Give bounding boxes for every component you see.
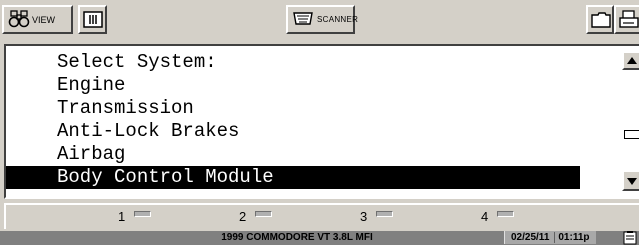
menu-item-body-control-module[interactable]: Body Control Module: [6, 166, 580, 189]
menu-item-transmission[interactable]: Transmission: [6, 97, 586, 120]
folder-button[interactable]: [586, 5, 614, 34]
function-key-bar: 1 2 3 4: [4, 203, 639, 229]
menu-heading: Select System:: [57, 51, 217, 73]
top-toolbar: VIEW SCANNER: [0, 0, 639, 40]
printer-icon: [619, 10, 639, 28]
scanner-label: SCANNER: [317, 15, 359, 24]
scroll-down-button[interactable]: [622, 170, 639, 191]
binoculars-icon: [8, 10, 30, 28]
status-bar: 1999 COMMODORE VT 3.8L MFI 02/25/11 01:11…: [0, 231, 639, 245]
function-key-2-label: 2: [239, 209, 247, 224]
function-key-3-label: 3: [360, 209, 368, 224]
menu-item-engine[interactable]: Engine: [6, 74, 586, 97]
scrollbar-thumb[interactable]: [624, 130, 639, 139]
function-key-4-label: 4: [481, 209, 489, 224]
date-time-display: 02/25/11 01:11p: [504, 231, 596, 244]
system-menu-list: Select System: Engine Transmission Anti-…: [6, 51, 586, 189]
split-screen-button[interactable]: [78, 5, 107, 34]
arrow-up-icon: [627, 57, 637, 64]
status-date: 02/25/11: [511, 232, 550, 243]
status-time: 01:11p: [554, 232, 593, 243]
scanner-connector-icon: [293, 12, 313, 25]
function-key-1-indicator: [134, 211, 151, 217]
battery-icon: [623, 231, 637, 245]
function-key-4-indicator: [497, 211, 514, 217]
scroll-up-button[interactable]: [622, 51, 639, 70]
folder-icon: [591, 12, 611, 28]
system-menu-panel: Select System: Engine Transmission Anti-…: [4, 44, 639, 199]
print-button[interactable]: [614, 5, 639, 34]
function-key-2-indicator: [255, 211, 272, 217]
split-screen-icon: [83, 11, 103, 28]
function-key-1-label: 1: [118, 209, 126, 224]
menu-item-airbag[interactable]: Airbag: [6, 143, 586, 166]
menu-item-anti-lock-brakes[interactable]: Anti-Lock Brakes: [6, 120, 586, 143]
scanner-button[interactable]: SCANNER: [286, 5, 359, 34]
function-key-3-indicator: [376, 211, 393, 217]
view-button[interactable]: VIEW: [2, 5, 73, 34]
view-label: VIEW: [32, 15, 56, 25]
arrow-down-icon: [627, 178, 637, 185]
